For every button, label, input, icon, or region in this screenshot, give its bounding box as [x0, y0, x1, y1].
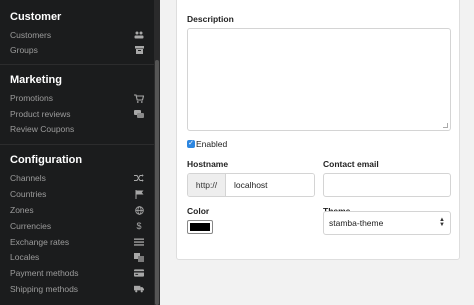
sidebar-item-product-reviews[interactable]: Product reviews: [10, 107, 144, 121]
sidebar-item-label: Customers: [10, 30, 52, 40]
sidebar-item-locales[interactable]: Locales: [10, 250, 144, 264]
theme-selected-value: stamba-theme: [329, 218, 384, 228]
comments-icon: [134, 109, 144, 119]
sidebar-item-groups[interactable]: Groups: [10, 43, 144, 57]
scrollbar-thumb[interactable]: [155, 60, 159, 305]
sidebar-item-label: Groups: [10, 45, 38, 55]
shipping-icon: [134, 284, 144, 294]
sidebar-item-partial: [10, 298, 144, 305]
translate-icon: [134, 252, 144, 262]
channel-form-card: Description ✓ Enabled Hostname http:// l…: [176, 0, 460, 260]
enabled-checkbox-row[interactable]: ✓ Enabled: [187, 139, 227, 149]
sidebar-item-label: Channels: [10, 173, 46, 183]
color-picker[interactable]: [187, 220, 213, 234]
hostname-input[interactable]: localhost: [226, 174, 314, 196]
hostname-input-group: http:// localhost: [187, 173, 315, 197]
random-icon: [134, 173, 144, 183]
section-title-customer: Customer: [10, 11, 62, 23]
globe-icon: [134, 205, 144, 215]
contact-email-input[interactable]: [323, 173, 451, 197]
select-arrows-icon: ▲ ▼: [439, 217, 445, 228]
sidebar-item-label: Exchange rates: [10, 237, 70, 247]
description-textarea[interactable]: [187, 28, 451, 131]
sidebar-item-exchange-rates[interactable]: Exchange rates: [10, 235, 144, 249]
sidebar-item-label: Review Coupons: [10, 124, 75, 134]
color-label: Color: [187, 206, 210, 216]
sidebar-item-label: Countries: [10, 189, 47, 199]
cart-icon: [134, 93, 144, 103]
sidebar: Customer Customers Groups Marketing Prom…: [0, 0, 160, 305]
sidebar-item-label: Currencies: [10, 221, 52, 231]
sidebar-item-label: Shipping methods: [10, 284, 79, 294]
description-label: Description: [187, 14, 234, 24]
sidebar-item-payment-methods[interactable]: Payment methods: [10, 266, 144, 280]
hostname-label: Hostname: [187, 159, 229, 169]
sidebar-divider: [0, 144, 154, 145]
previous-field-right[interactable]: [323, 0, 451, 5]
list-icon: [134, 237, 144, 247]
sidebar-item-countries[interactable]: Countries: [10, 187, 144, 201]
sidebar-item-promotions[interactable]: Promotions: [10, 91, 144, 105]
sidebar-item-currencies[interactable]: Currencies $: [10, 219, 144, 233]
sidebar-item-label: Product reviews: [10, 109, 71, 119]
contact-email-label: Contact email: [323, 159, 379, 169]
sidebar-item-label: Zones: [10, 205, 34, 215]
main-content: Description ✓ Enabled Hostname http:// l…: [160, 0, 474, 305]
sidebar-item-label: Promotions: [10, 93, 53, 103]
sidebar-item-shipping-methods[interactable]: Shipping methods: [10, 282, 144, 296]
color-swatch-fill: [190, 223, 210, 231]
enabled-label: Enabled: [196, 139, 228, 149]
sidebar-item-customers[interactable]: Customers: [10, 28, 144, 42]
sidebar-divider: [0, 64, 154, 65]
sidebar-item-zones[interactable]: Zones: [10, 203, 144, 217]
previous-field-left[interactable]: [187, 0, 312, 5]
section-title-marketing: Marketing: [10, 74, 62, 86]
section-title-configuration: Configuration: [10, 154, 83, 166]
enabled-checkbox[interactable]: ✓: [187, 140, 195, 148]
sidebar-item-channels[interactable]: Channels: [10, 171, 144, 185]
sidebar-item-label: Locales: [10, 252, 40, 262]
hostname-prefix: http://: [188, 174, 226, 196]
sidebar-item-review-coupons[interactable]: Review Coupons: [10, 122, 144, 136]
resize-grip-icon[interactable]: [443, 123, 448, 128]
dollar-icon: $: [136, 221, 142, 231]
archive-icon: [134, 45, 144, 55]
theme-select[interactable]: stamba-theme ▲ ▼: [323, 211, 451, 235]
flag-icon: [134, 189, 144, 199]
sidebar-item-label: Payment methods: [10, 268, 79, 278]
users-icon: [134, 30, 144, 40]
payment-icon: [134, 268, 144, 278]
